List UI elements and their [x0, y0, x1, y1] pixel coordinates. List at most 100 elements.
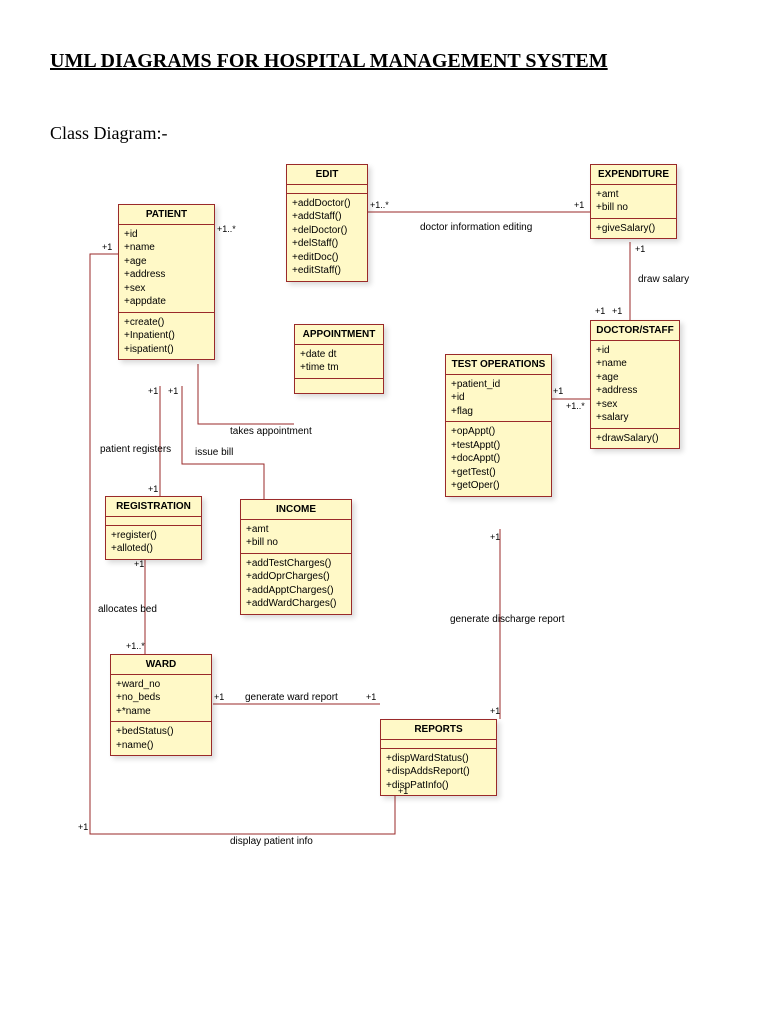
mult: +1 [214, 692, 224, 702]
mult: +1 [134, 559, 144, 569]
mult: +1 [398, 786, 408, 796]
class-name: EDIT [287, 165, 367, 185]
op: +addWardCharges() [246, 597, 346, 611]
label-generate-ward-report: generate ward report [245, 692, 338, 703]
class-name: DOCTOR/STAFF [591, 321, 679, 341]
attr: +address [596, 384, 674, 398]
op: +docAppt() [451, 452, 546, 466]
attr: +amt [246, 523, 346, 537]
mult: +1 [78, 822, 88, 832]
mult: +1..* [566, 401, 585, 411]
attr: +address [124, 268, 209, 282]
attr: +id [124, 228, 209, 242]
attr: +bill no [246, 536, 346, 550]
class-patient: PATIENT +id +name +age +address +sex +ap… [118, 204, 215, 360]
mult: +1 [366, 692, 376, 702]
op: +giveSalary() [596, 222, 671, 236]
attr: +time tm [300, 361, 378, 375]
op: +opAppt() [451, 425, 546, 439]
mult: +1 [148, 484, 158, 494]
attr: +*name [116, 705, 206, 719]
class-name: PATIENT [119, 205, 214, 225]
page-title: UML DIAGRAMS FOR HOSPITAL MANAGEMENT SYS… [50, 50, 718, 73]
label-generate-discharge-report: generate discharge report [450, 614, 565, 625]
diagram-subtitle: Class Diagram:- [50, 123, 718, 144]
attr: +bill no [596, 201, 671, 215]
mult: +1 [148, 386, 158, 396]
mult: +1..* [370, 200, 389, 210]
label-display-patient-info: display patient info [230, 836, 313, 847]
class-name: REGISTRATION [106, 497, 201, 517]
class-ward: WARD +ward_no +no_beds +*name +bedStatus… [110, 654, 212, 756]
class-name: APPOINTMENT [295, 325, 383, 345]
op: +getTest() [451, 466, 546, 480]
op: +register() [111, 529, 196, 543]
mult: +1 [168, 386, 178, 396]
op: +drawSalary() [596, 432, 674, 446]
class-reports: REPORTS +dispWardStatus() +dispAddsRepor… [380, 719, 497, 796]
op: +delDoctor() [292, 224, 362, 238]
attr: +ward_no [116, 678, 206, 692]
op: +testAppt() [451, 439, 546, 453]
mult: +1 [553, 386, 563, 396]
attr: +patient_id [451, 378, 546, 392]
mult: +1 [635, 244, 645, 254]
attr: +salary [596, 411, 674, 425]
class-name: REPORTS [381, 720, 496, 740]
label-takes-appointment: takes appointment [230, 426, 312, 437]
class-name: WARD [111, 655, 211, 675]
attr: +id [596, 344, 674, 358]
mult: +1 [490, 532, 500, 542]
op: +editDoc() [292, 251, 362, 265]
op: +addApptCharges() [246, 584, 346, 598]
class-testops: TEST OPERATIONS +patient_id +id +flag +o… [445, 354, 552, 497]
class-registration: REGISTRATION +register() +alloted() [105, 496, 202, 560]
attr: +age [596, 371, 674, 385]
mult: +1 [595, 306, 605, 316]
attr: +no_beds [116, 691, 206, 705]
mult: +1..* [217, 224, 236, 234]
op: +addStaff() [292, 210, 362, 224]
mult: +1..* [126, 641, 145, 651]
op: +delStaff() [292, 237, 362, 251]
class-expenditure: EXPENDITURE +amt +bill no +giveSalary() [590, 164, 677, 239]
op: +Inpatient() [124, 329, 209, 343]
class-edit: EDIT +addDoctor() +addStaff() +delDoctor… [286, 164, 368, 282]
attr: +date dt [300, 348, 378, 362]
diagram-canvas: PATIENT +id +name +age +address +sex +ap… [50, 164, 690, 884]
attr: +id [451, 391, 546, 405]
attr: +flag [451, 405, 546, 419]
op: +bedStatus() [116, 725, 206, 739]
label-doctor-info-editing: doctor information editing [420, 222, 532, 233]
class-name: INCOME [241, 500, 351, 520]
label-allocates-bed: allocates bed [98, 604, 157, 615]
class-name: TEST OPERATIONS [446, 355, 551, 375]
label-issue-bill: issue bill [195, 447, 233, 458]
label-patient-registers: patient registers [100, 444, 171, 455]
mult: +1 [612, 306, 622, 316]
op: +dispWardStatus() [386, 752, 491, 766]
class-name: EXPENDITURE [591, 165, 676, 185]
op: +addDoctor() [292, 197, 362, 211]
mult: +1 [490, 706, 500, 716]
op: +create() [124, 316, 209, 330]
attr: +amt [596, 188, 671, 202]
attr: +sex [124, 282, 209, 296]
attr: +name [124, 241, 209, 255]
op: +dispAddsReport() [386, 765, 491, 779]
attr: +appdate [124, 295, 209, 309]
op: +alloted() [111, 542, 196, 556]
op: +addOprCharges() [246, 570, 346, 584]
class-appointment: APPOINTMENT +date dt +time tm [294, 324, 384, 394]
class-income: INCOME +amt +bill no +addTestCharges() +… [240, 499, 352, 615]
mult: +1 [574, 200, 584, 210]
label-draw-salary: draw salary [638, 274, 689, 285]
attr: +name [596, 357, 674, 371]
op: +name() [116, 739, 206, 753]
op: +ispatient() [124, 343, 209, 357]
class-doctorstaff: DOCTOR/STAFF +id +name +age +address +se… [590, 320, 680, 449]
op: +addTestCharges() [246, 557, 346, 571]
attr: +sex [596, 398, 674, 412]
op: +getOper() [451, 479, 546, 493]
attr: +age [124, 255, 209, 269]
